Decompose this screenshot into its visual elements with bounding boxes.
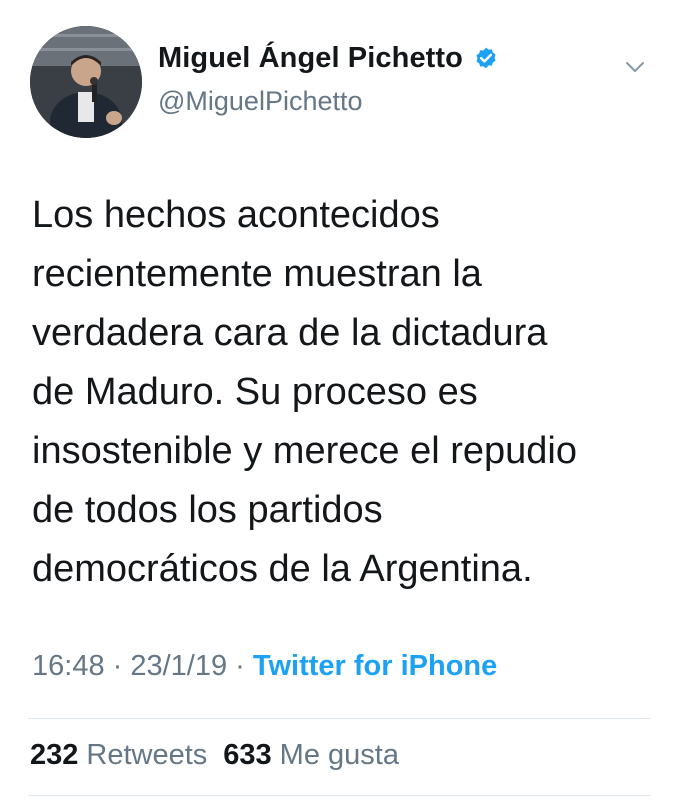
tweet-text: Los hechos acontecidos recientemente mue… — [32, 194, 577, 590]
name-row: Miguel Ángel Pichetto — [158, 42, 499, 75]
chevron-down-icon[interactable] — [624, 56, 646, 78]
divider — [28, 795, 650, 796]
likes-count[interactable]: 633 — [223, 739, 271, 772]
meta-separator: · — [104, 650, 131, 682]
tweet-time: 16:48 — [32, 650, 105, 682]
tweet-source-link[interactable]: Twitter for iPhone — [253, 650, 497, 683]
tweet-date: 23/1/19 — [130, 650, 228, 682]
retweets-count[interactable]: 232 — [30, 739, 78, 772]
tweet-stats: 232 Retweets 633 Me gusta — [30, 739, 399, 772]
display-name[interactable]: Miguel Ángel Pichetto — [158, 42, 463, 75]
retweets-label[interactable]: Retweets — [86, 739, 207, 772]
tweet-header: Miguel Ángel Pichetto @MiguelPichetto — [0, 0, 676, 150]
avatar[interactable] — [30, 26, 142, 138]
verified-badge-icon — [473, 46, 499, 72]
meta-separator: · — [227, 650, 253, 682]
divider — [28, 718, 650, 719]
user-handle[interactable]: @MiguelPichetto — [158, 86, 363, 117]
likes-label[interactable]: Me gusta — [280, 739, 399, 772]
tweet-meta: 16:48 · 23/1/19 · Twitter for iPhone — [32, 650, 497, 683]
